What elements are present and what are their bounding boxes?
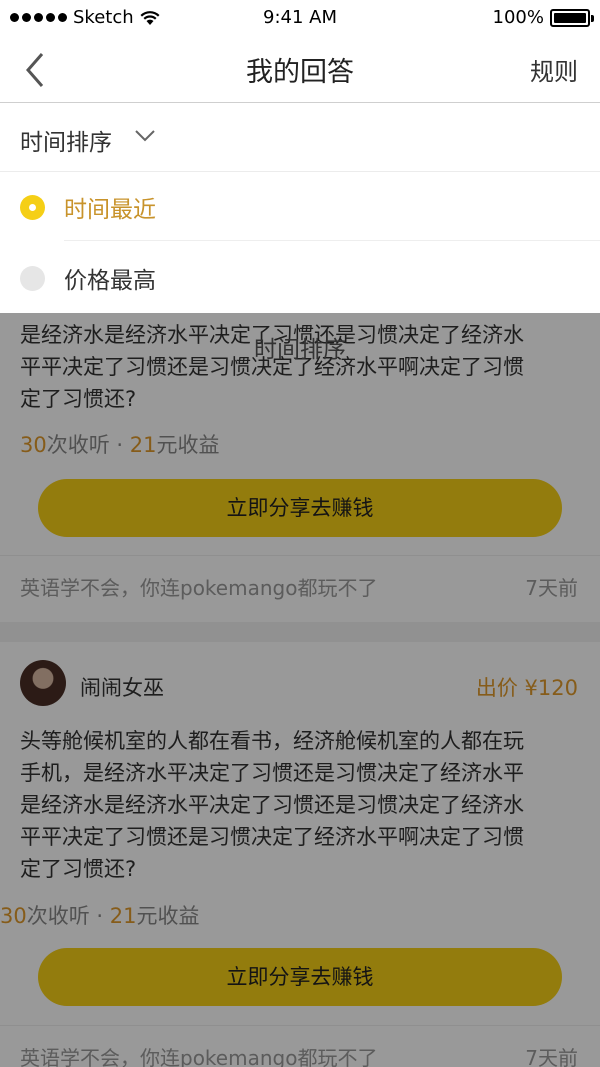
radio-unselected-icon	[20, 266, 45, 291]
nav-bar: 我的回答 规则	[0, 36, 600, 103]
battery-icon	[550, 8, 594, 27]
chevron-down-icon	[135, 130, 155, 142]
status-bar: Sketch 9:41 AM 100%	[0, 0, 600, 36]
page-title: 我的回答	[246, 57, 354, 88]
option-divider	[64, 240, 600, 241]
ghost-sort-label: 时间排序	[254, 337, 346, 363]
sort-option-label: 价格最高	[64, 268, 156, 294]
status-right: 100%	[492, 7, 594, 28]
sort-option-recent[interactable]: 时间最近	[0, 172, 600, 242]
rules-link[interactable]: 规则	[530, 52, 578, 87]
sort-dropdown: 时间排序 时间最近 价格最高	[0, 103, 600, 313]
battery-percent: 100%	[492, 7, 544, 28]
sort-option-label: 时间最近	[64, 197, 156, 223]
sort-option-price[interactable]: 价格最高	[0, 243, 600, 313]
sort-toggle[interactable]: 时间排序	[0, 103, 600, 172]
sort-label: 时间排序	[20, 130, 112, 156]
radio-selected-icon	[20, 195, 45, 220]
